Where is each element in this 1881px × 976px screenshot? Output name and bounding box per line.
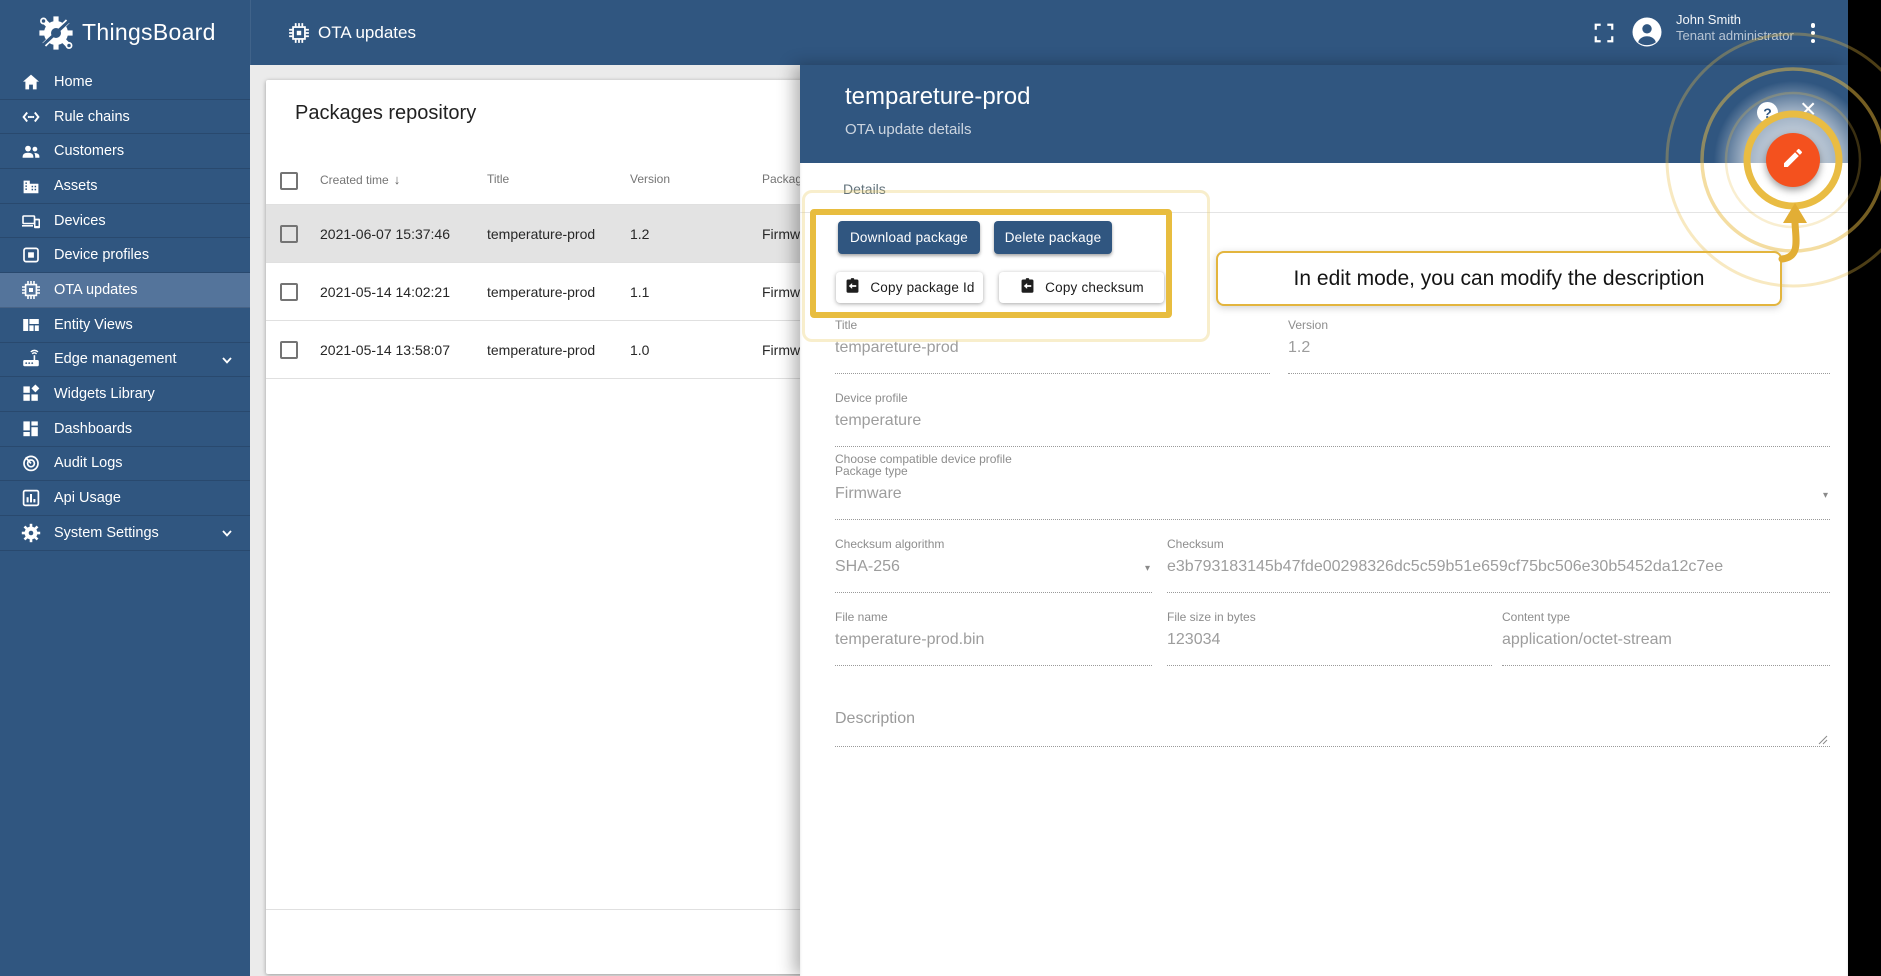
- cell-title: temperature-prod: [487, 226, 596, 242]
- checksum-field: Checksum e3b793183145b47fde00298326dc5c5…: [1167, 537, 1830, 593]
- top-bar: ThingsBoard OTA updates John Smith Tenan…: [0, 0, 1881, 65]
- edge-management-icon: [21, 349, 41, 369]
- file-size-field: File size in bytes 123034: [1167, 610, 1492, 666]
- sidebar-item-customers[interactable]: Customers: [0, 134, 250, 170]
- cell-version: 1.2: [630, 226, 650, 242]
- row-checkbox[interactable]: [280, 341, 298, 359]
- sidebar: Home Rule chains Customers Assets Devices Dev…: [0, 65, 250, 976]
- page-title: OTA updates: [318, 22, 416, 42]
- version-field: Version 1.2: [1288, 318, 1830, 374]
- rule-chains-icon: [21, 107, 41, 127]
- cell-created-time: 2021-05-14 13:58:07: [320, 342, 450, 358]
- thingsboard-logo-icon: [36, 13, 76, 53]
- sort-desc-icon: ↓: [393, 172, 401, 187]
- drawer-subtitle: OTA update details: [845, 121, 972, 138]
- drawer-title: tempareture-prod: [845, 83, 1031, 110]
- page-header: OTA updates: [250, 0, 416, 65]
- packages-title: Packages repository: [295, 102, 477, 124]
- ota-updates-icon: [288, 22, 310, 44]
- row-checkbox[interactable]: [280, 283, 298, 301]
- sidebar-item-devices[interactable]: Devices: [0, 204, 250, 239]
- cell-version: 1.1: [630, 284, 650, 300]
- sidebar-item-dashboards[interactable]: Dashboards: [0, 412, 250, 447]
- dropdown-caret-icon: ▾: [1144, 563, 1150, 574]
- sidebar-item-system-settings[interactable]: System Settings: [0, 516, 250, 551]
- checksum-algorithm-field: Checksum algorithm SHA-256 ▾: [835, 537, 1152, 593]
- chevron-down-icon: [220, 353, 234, 367]
- audit-logs-icon: [21, 453, 41, 473]
- device-profile-field: Device profile temperature: [835, 391, 1830, 447]
- cell-created-time: 2021-05-14 14:02:21: [320, 284, 450, 300]
- dropdown-caret-icon: ▾: [1822, 490, 1828, 501]
- chevron-down-icon: [220, 526, 234, 540]
- sidebar-item-label: Home: [54, 73, 93, 90]
- fullscreen-icon[interactable]: [1593, 22, 1615, 44]
- sidebar-item-label: Dashboards: [54, 420, 133, 437]
- dashboards-icon: [21, 419, 41, 439]
- cell-created-time: 2021-06-07 15:37:46: [320, 226, 450, 242]
- sidebar-item-ota-updates[interactable]: OTA updates: [0, 273, 250, 308]
- sidebar-item-widgets-library[interactable]: Widgets Library: [0, 377, 250, 412]
- sidebar-item-label: Api Usage: [54, 490, 121, 507]
- cell-version: 1.0: [630, 342, 650, 358]
- column-version[interactable]: Version: [630, 172, 670, 186]
- sidebar-item-audit-logs[interactable]: Audit Logs: [0, 447, 250, 482]
- sidebar-item-label: Devices: [54, 212, 106, 229]
- sidebar-item-label: Device profiles: [54, 247, 150, 264]
- ota-updates-icon: [21, 280, 41, 300]
- sidebar-item-home[interactable]: Home: [0, 65, 250, 100]
- select-all-checkbox[interactable]: [280, 172, 298, 190]
- widgets-library-icon: [21, 384, 41, 404]
- sidebar-item-assets[interactable]: Assets: [0, 169, 250, 204]
- assets-icon: [21, 176, 41, 196]
- sidebar-item-device-profiles[interactable]: Device profiles: [0, 238, 250, 274]
- file-name-field: File name temperature-prod.bin: [835, 610, 1152, 666]
- sidebar-item-label: Rule chains: [54, 108, 130, 125]
- resize-handle-icon[interactable]: [1818, 732, 1828, 745]
- sidebar-item-label: Edge management: [54, 351, 177, 368]
- sidebar-item-label: Customers: [54, 143, 125, 160]
- column-created-time[interactable]: Created time ↓: [320, 172, 400, 187]
- annotation-arrow-icon: [1778, 203, 1807, 263]
- package-type-field: Package type Firmware ▾: [835, 464, 1830, 520]
- devices-icon: [21, 211, 41, 231]
- home-icon: [21, 72, 41, 92]
- api-usage-icon: [21, 488, 41, 508]
- device-profiles-icon: [21, 245, 41, 265]
- app-root: ThingsBoard OTA updates John Smith Tenan…: [0, 0, 1881, 976]
- description-field: Description: [835, 700, 1830, 747]
- cell-title: temperature-prod: [487, 284, 596, 300]
- entity-views-icon: [21, 315, 41, 335]
- sidebar-item-label: Assets: [54, 177, 98, 194]
- brand[interactable]: ThingsBoard: [0, 0, 250, 65]
- sidebar-item-label: System Settings: [54, 524, 159, 541]
- sidebar-item-rule-chains[interactable]: Rule chains: [0, 100, 250, 135]
- content-type-field: Content type application/octet-stream: [1502, 610, 1830, 666]
- sidebar-item-label: Audit Logs: [54, 455, 123, 472]
- sidebar-item-label: Widgets Library: [54, 386, 155, 403]
- row-checkbox[interactable]: [280, 225, 298, 243]
- column-title[interactable]: Title: [487, 172, 509, 186]
- sidebar-item-label: Entity Views: [54, 316, 133, 333]
- sidebar-item-entity-views[interactable]: Entity Views: [0, 308, 250, 343]
- customers-icon: [21, 141, 41, 161]
- sidebar-item-edge-management[interactable]: Edge management: [0, 343, 250, 378]
- cell-title: temperature-prod: [487, 342, 596, 358]
- sidebar-item-label: OTA updates: [54, 281, 138, 298]
- system-settings-icon: [21, 523, 41, 543]
- annotation-highlight-box: [810, 209, 1172, 318]
- sidebar-item-api-usage[interactable]: Api Usage: [0, 481, 250, 516]
- brand-name: ThingsBoard: [82, 19, 216, 45]
